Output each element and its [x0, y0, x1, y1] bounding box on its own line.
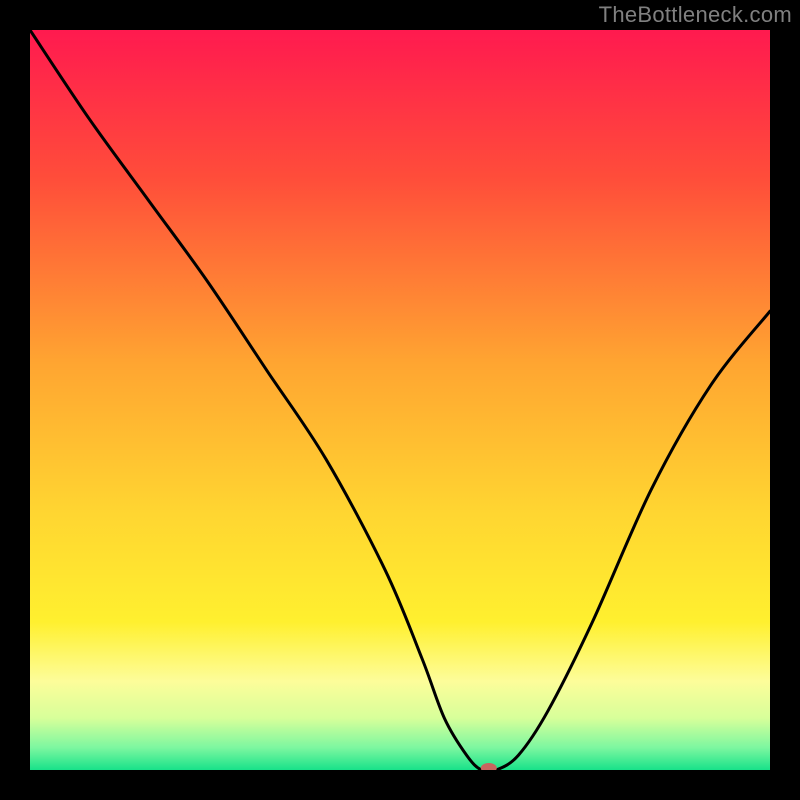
watermark-text: TheBottleneck.com — [599, 2, 792, 28]
plot-area — [30, 30, 770, 770]
bottleneck-chart-svg — [30, 30, 770, 770]
gradient-background — [30, 30, 770, 770]
chart-frame: TheBottleneck.com — [0, 0, 800, 800]
